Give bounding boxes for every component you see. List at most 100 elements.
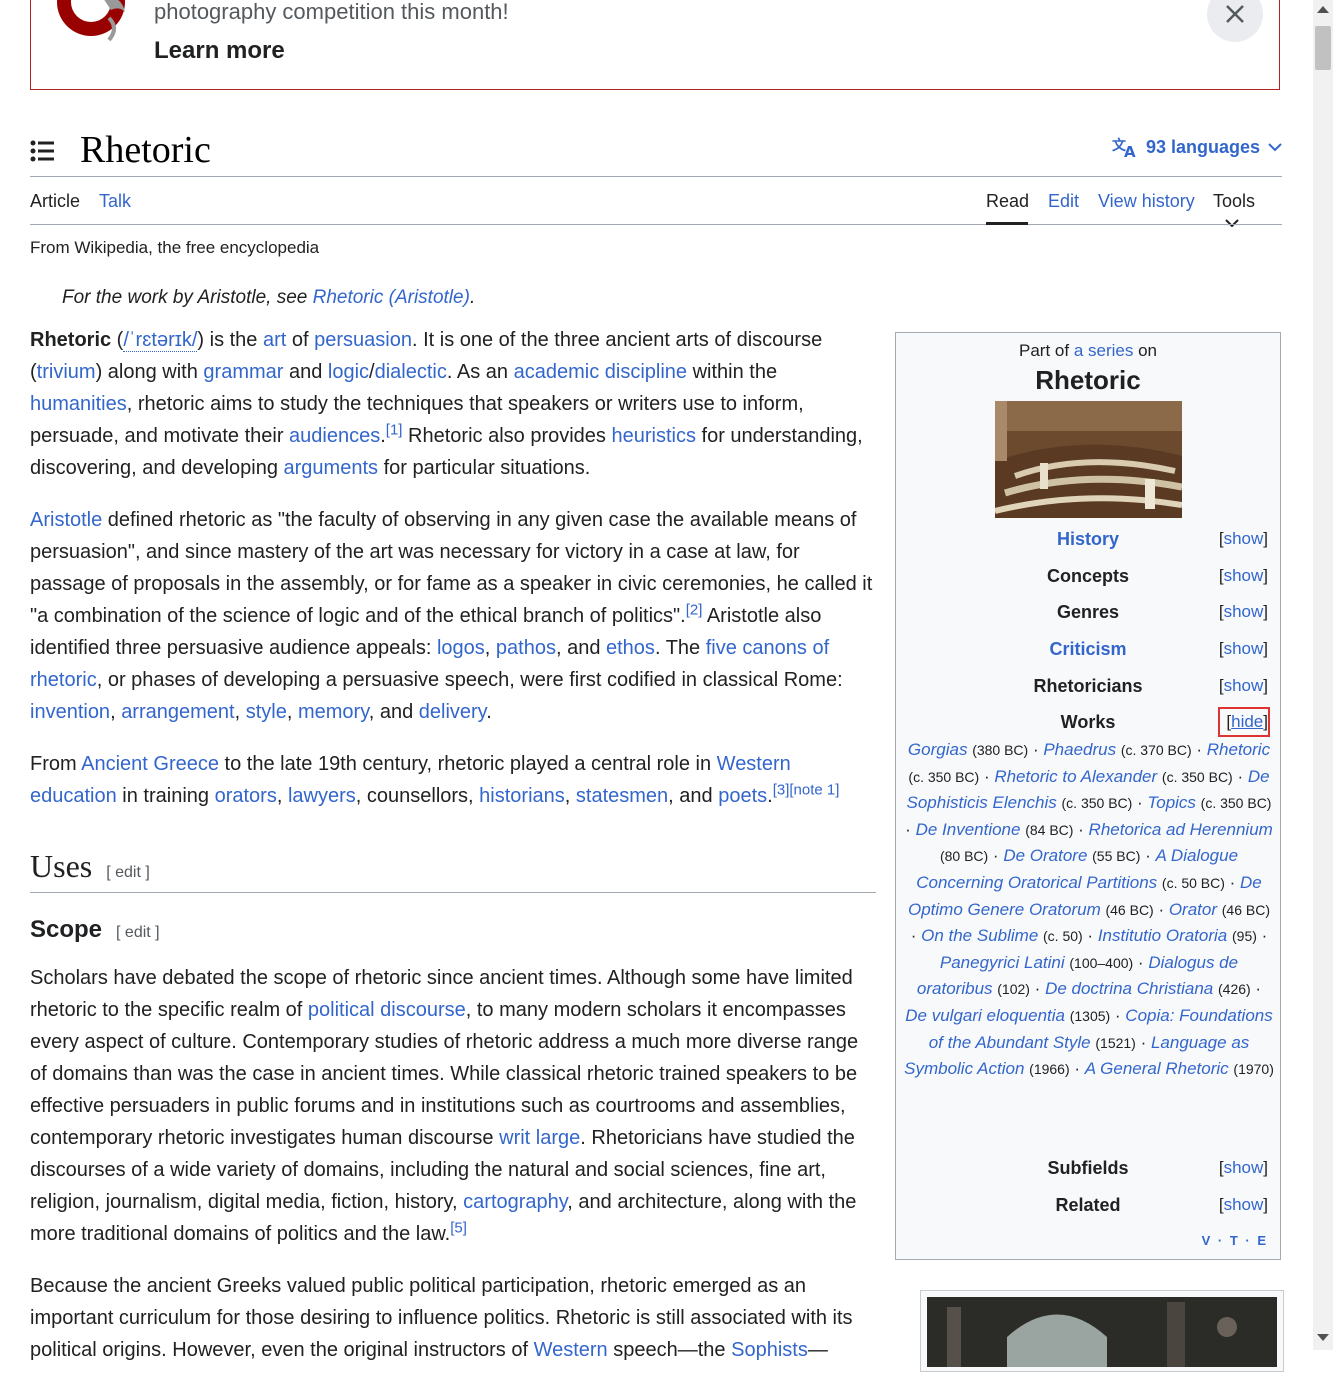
citation[interactable]: [5] bbox=[450, 1219, 467, 1236]
tab-view-history[interactable]: View history bbox=[1098, 191, 1195, 212]
show-toggle[interactable]: [show] bbox=[1219, 676, 1268, 696]
link[interactable]: delivery bbox=[419, 701, 486, 723]
link[interactable]: trivium bbox=[37, 361, 96, 383]
tab-talk[interactable]: Talk bbox=[99, 191, 131, 212]
language-selector[interactable]: 文 A 93 languages bbox=[1112, 136, 1282, 158]
svg-text:A: A bbox=[1124, 143, 1136, 158]
link[interactable]: statesmen bbox=[576, 785, 668, 807]
scrollbar-thumb[interactable] bbox=[1315, 26, 1331, 70]
link[interactable]: historians bbox=[479, 785, 565, 807]
edit-section-link[interactable]: [ edit ] bbox=[106, 864, 150, 881]
close-banner-button[interactable] bbox=[1207, 0, 1263, 42]
link[interactable]: logos bbox=[437, 637, 485, 659]
work-link[interactable]: A General Rhetoric bbox=[1085, 1059, 1229, 1078]
toggle-link[interactable]: show bbox=[1224, 1158, 1264, 1177]
link[interactable]: logic bbox=[328, 361, 369, 383]
link[interactable]: political discourse bbox=[308, 999, 466, 1021]
link[interactable]: memory bbox=[298, 701, 369, 723]
work-link[interactable]: De Inventione bbox=[916, 820, 1021, 839]
citation[interactable]: [3] bbox=[773, 781, 790, 798]
figure-image[interactable] bbox=[927, 1297, 1277, 1367]
read-tab-indicator bbox=[986, 222, 1028, 225]
link[interactable]: Ancient Greece bbox=[81, 753, 219, 775]
link[interactable]: arrangement bbox=[121, 701, 234, 723]
work-link[interactable]: De Oratore bbox=[1003, 846, 1087, 865]
link[interactable]: five canons of rhetoric bbox=[30, 637, 829, 691]
toggle-link[interactable]: show bbox=[1224, 602, 1264, 621]
languages-label: 93 languages bbox=[1145, 136, 1260, 157]
vte-links[interactable]: V · T · E bbox=[1202, 1233, 1268, 1248]
table-of-contents-icon[interactable] bbox=[30, 140, 54, 162]
link[interactable]: humanities bbox=[30, 393, 127, 415]
link[interactable]: writ large bbox=[499, 1127, 580, 1149]
ipa-link[interactable]: /ˈrɛtərɪk/ bbox=[123, 329, 198, 352]
work-year: (46 BC) bbox=[1105, 901, 1154, 918]
article-figure bbox=[920, 1290, 1284, 1372]
work-link[interactable]: Panegyrici Latini bbox=[940, 953, 1065, 972]
work-link[interactable]: De doctrina Christiana bbox=[1045, 979, 1213, 998]
work-link[interactable]: Gorgias bbox=[908, 740, 968, 759]
paragraph: From Ancient Greece to the late 19th cen… bbox=[30, 753, 840, 807]
hide-toggle-highlight bbox=[1218, 707, 1270, 737]
toggle-link[interactable]: show bbox=[1224, 676, 1264, 695]
edit-section-link[interactable]: [ edit ] bbox=[116, 924, 160, 941]
link[interactable]: poets bbox=[718, 785, 767, 807]
link[interactable]: Aristotle bbox=[30, 509, 102, 531]
show-toggle[interactable]: [show] bbox=[1219, 1195, 1268, 1215]
link[interactable]: Western bbox=[534, 1339, 608, 1361]
link[interactable]: art bbox=[263, 329, 286, 351]
link[interactable]: invention bbox=[30, 701, 110, 723]
link[interactable]: cartography bbox=[463, 1191, 567, 1213]
show-toggle[interactable]: [show] bbox=[1219, 1158, 1268, 1178]
series-link[interactable]: a series bbox=[1074, 341, 1134, 360]
citation[interactable]: [1] bbox=[386, 421, 403, 438]
link[interactable]: orators bbox=[215, 785, 277, 807]
link[interactable]: grammar bbox=[203, 361, 283, 383]
link[interactable]: audiences bbox=[289, 425, 380, 447]
learn-more-link[interactable]: Learn more bbox=[154, 37, 285, 65]
toggle-link[interactable]: show bbox=[1224, 1195, 1264, 1214]
hatnote-prefix: For the work by Aristotle, see bbox=[62, 287, 313, 308]
link[interactable]: lawyers bbox=[288, 785, 356, 807]
work-link[interactable]: Rhetorica ad Herennium bbox=[1089, 820, 1273, 839]
show-toggle[interactable]: [show] bbox=[1219, 602, 1268, 622]
scroll-up-arrow-icon[interactable] bbox=[1317, 6, 1329, 13]
link[interactable]: dialectic bbox=[375, 361, 447, 383]
work-year: (1966) bbox=[1029, 1061, 1070, 1078]
link[interactable]: style bbox=[246, 701, 287, 723]
tab-read[interactable]: Read bbox=[986, 191, 1029, 212]
link[interactable]: persuasion bbox=[314, 329, 412, 351]
hatnote-link[interactable]: Rhetoric (Aristotle) bbox=[313, 287, 470, 308]
link[interactable]: arguments bbox=[284, 457, 379, 479]
link[interactable]: academic discipline bbox=[514, 361, 687, 383]
show-toggle[interactable]: [show] bbox=[1219, 566, 1268, 586]
work-link[interactable]: De vulgari eloquentia bbox=[905, 1006, 1065, 1025]
work-year: (100–400) bbox=[1069, 954, 1134, 971]
work-link[interactable]: Rhetoric to Alexander bbox=[994, 767, 1157, 786]
work-link[interactable]: Institutio Oratoria bbox=[1098, 926, 1227, 945]
toggle-link[interactable]: show bbox=[1224, 639, 1264, 658]
scroll-down-arrow-icon[interactable] bbox=[1317, 1334, 1329, 1341]
tab-edit[interactable]: Edit bbox=[1048, 191, 1079, 212]
work-link[interactable]: Topics bbox=[1147, 793, 1196, 812]
toggle-link[interactable]: show bbox=[1224, 529, 1264, 548]
work-link[interactable]: On the Sublime bbox=[921, 926, 1038, 945]
work-link[interactable]: Phaedrus bbox=[1043, 740, 1116, 759]
citation[interactable]: [2] bbox=[686, 601, 703, 618]
work-link[interactable]: Rhetoric bbox=[1207, 740, 1270, 759]
citation[interactable]: [note 1] bbox=[789, 781, 839, 798]
page-scrollbar[interactable] bbox=[1313, 0, 1333, 1350]
link[interactable]: pathos bbox=[496, 637, 556, 659]
link[interactable]: Sophists bbox=[731, 1339, 808, 1361]
link[interactable]: ethos bbox=[606, 637, 655, 659]
link[interactable]: heuristics bbox=[611, 425, 695, 447]
tab-article[interactable]: Article bbox=[30, 191, 80, 212]
toggle-link[interactable]: show bbox=[1224, 566, 1264, 585]
work-year: (c. 350 BC) bbox=[1161, 768, 1233, 785]
series-image[interactable] bbox=[995, 401, 1182, 518]
work-link[interactable]: Orator bbox=[1169, 900, 1217, 919]
tools-menu[interactable]: Tools bbox=[1213, 191, 1282, 233]
navbox-row-history: History [show] bbox=[896, 529, 1280, 555]
show-toggle[interactable]: [show] bbox=[1219, 529, 1268, 549]
show-toggle[interactable]: [show] bbox=[1219, 639, 1268, 659]
